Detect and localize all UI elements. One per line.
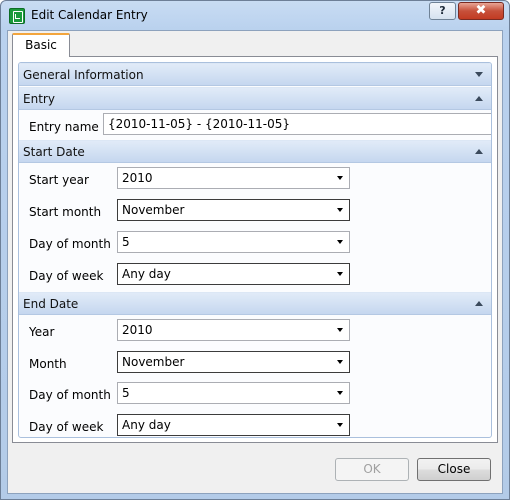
- start-day-of-week-select[interactable]: Any day: [117, 263, 350, 285]
- section-end-date[interactable]: End Date: [19, 292, 491, 315]
- calendar-app-icon: [9, 8, 25, 24]
- section-general-information[interactable]: General Information: [19, 63, 491, 86]
- dialog-client-area: Basic General Information Entry Entry na…: [7, 30, 503, 494]
- select-value: 5: [122, 386, 130, 400]
- dropdown-arrow-icon: [337, 176, 343, 180]
- dropdown-arrow-icon: [337, 240, 343, 244]
- section-label: End Date: [23, 297, 79, 311]
- close-icon: ✖: [475, 3, 487, 18]
- select-value: November: [122, 355, 185, 369]
- section-start-date[interactable]: Start Date: [19, 140, 491, 163]
- dropdown-arrow-icon: [337, 328, 343, 332]
- tab-strip: Basic: [8, 31, 502, 57]
- dropdown-arrow-icon: [337, 423, 343, 427]
- start-year-label: Start year: [29, 173, 89, 187]
- window-close-button[interactable]: ✖: [458, 2, 504, 20]
- end-day-of-week-label: Day of week: [29, 420, 104, 434]
- property-panel: General Information Entry Entry name {20…: [18, 62, 492, 438]
- section-label: General Information: [23, 68, 144, 82]
- tab-basic[interactable]: Basic: [12, 33, 70, 57]
- collapse-icon: [475, 96, 483, 101]
- start-month-select[interactable]: November: [117, 199, 350, 221]
- select-value: Any day: [122, 418, 171, 432]
- collapse-icon: [475, 149, 483, 154]
- start-year-select[interactable]: 2010: [117, 167, 350, 189]
- ok-button[interactable]: OK: [335, 458, 409, 481]
- entry-name-input[interactable]: {2010-11-05} - {2010-11-05}: [103, 113, 491, 135]
- dialog-window: Edit Calendar Entry ? ✖ Basic General In…: [0, 0, 510, 500]
- select-value: November: [122, 203, 185, 217]
- select-value: Any day: [122, 267, 171, 281]
- start-day-of-week-label: Day of week: [29, 269, 104, 283]
- expand-icon: [475, 72, 483, 77]
- dropdown-arrow-icon: [337, 360, 343, 364]
- end-month-select[interactable]: November: [117, 351, 350, 373]
- dropdown-arrow-icon: [337, 391, 343, 395]
- section-entry[interactable]: Entry: [19, 87, 491, 110]
- select-value: 2010: [122, 171, 153, 185]
- start-month-label: Start month: [29, 205, 102, 219]
- tab-page-basic: General Information Entry Entry name {20…: [12, 56, 498, 443]
- select-value: 5: [122, 235, 130, 249]
- section-label: Entry: [23, 92, 55, 106]
- start-day-of-month-select[interactable]: 5: [117, 231, 350, 253]
- collapse-icon: [475, 301, 483, 306]
- entry-name-label: Entry name: [29, 120, 99, 134]
- end-day-of-month-label: Day of month: [29, 388, 111, 402]
- start-day-of-month-label: Day of month: [29, 237, 111, 251]
- title-bar[interactable]: Edit Calendar Entry ? ✖: [1, 1, 509, 31]
- select-value: 2010: [122, 323, 153, 337]
- close-button[interactable]: Close: [417, 458, 491, 481]
- end-year-select[interactable]: 2010: [117, 319, 350, 341]
- dropdown-arrow-icon: [337, 208, 343, 212]
- end-day-of-week-select[interactable]: Any day: [117, 414, 350, 436]
- end-day-of-month-select[interactable]: 5: [117, 382, 350, 404]
- section-label: Start Date: [23, 145, 85, 159]
- dropdown-arrow-icon: [337, 272, 343, 276]
- help-button[interactable]: ?: [429, 2, 456, 20]
- end-month-label: Month: [29, 357, 67, 371]
- end-year-label: Year: [29, 325, 55, 339]
- window-title: Edit Calendar Entry: [31, 8, 148, 22]
